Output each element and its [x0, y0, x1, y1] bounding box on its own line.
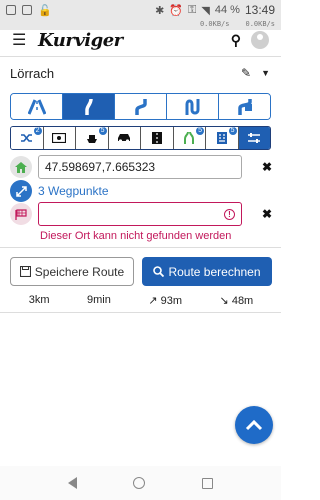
menu-icon[interactable]: ☰	[12, 30, 30, 50]
location-name: Lörrach	[10, 65, 55, 81]
route-duration: 9min	[87, 294, 111, 306]
chevron-up-icon	[245, 419, 263, 431]
battery-percentage: 44 %	[214, 4, 240, 16]
option-badge: 5	[98, 127, 107, 135]
search-icon	[153, 266, 165, 277]
notification-icon	[6, 5, 16, 15]
super-curvy-icon	[185, 98, 199, 115]
road-type-highway-button[interactable]	[11, 94, 63, 119]
waypoint-start-row: 47.598697,7.665323 ✖	[10, 155, 272, 179]
error-message: Dieser Ort kann nicht gefunden werden	[40, 230, 232, 242]
divider	[0, 56, 281, 57]
network-speed: 0.0KB/s 0.0KB/s	[0, 20, 281, 30]
ferry-icon	[86, 135, 97, 143]
option-shuffle-button[interactable]: 2	[11, 127, 44, 149]
app-notification-icon	[22, 5, 32, 15]
option-toll-road-button[interactable]	[141, 127, 174, 149]
calculate-route-label: Route berechnen	[168, 264, 261, 279]
alarm-icon: ⏰	[169, 4, 184, 17]
waypoint-end-row: ! ✖	[10, 202, 272, 226]
location-row: Lörrach ✎ ▼	[10, 62, 270, 84]
waypoint-middle-row: 3 Wegpunkte	[10, 180, 272, 202]
option-money-button[interactable]	[43, 127, 76, 149]
route-ascent: ↗ 93m	[148, 295, 183, 307]
divider	[0, 312, 281, 313]
clock: 13:49	[244, 3, 275, 17]
waypoints-count-link[interactable]: 3 Wegpunkte	[38, 184, 109, 198]
home-nav-icon[interactable]	[133, 477, 146, 489]
start-location-input[interactable]: 47.598697,7.665323	[38, 155, 242, 179]
edit-icon[interactable]: ✎	[241, 66, 251, 80]
search-icon[interactable]: ⚲	[231, 32, 241, 49]
highway-icon	[27, 98, 46, 115]
bluetooth-icon: ✱	[155, 4, 165, 17]
road-type-extra-curvy-button[interactable]	[115, 94, 167, 119]
back-icon[interactable]	[68, 477, 78, 489]
curvy-icon	[84, 98, 93, 115]
car-icon	[118, 134, 131, 143]
toll-road-icon	[151, 132, 162, 144]
route-distance: 3km	[28, 294, 50, 306]
option-car-button[interactable]	[108, 127, 141, 149]
option-badge: 5	[196, 127, 204, 135]
error-icon: !	[224, 208, 235, 220]
terrain-icon	[216, 132, 227, 144]
road-type-super-curvy-button[interactable]	[167, 94, 219, 119]
route-stats: 3km 9min ↗ 93m ↘ 48m	[10, 294, 272, 307]
calculate-route-button[interactable]: Route berechnen	[142, 257, 272, 286]
system-nav-bar	[0, 466, 281, 500]
save-route-label: Speichere Route	[34, 264, 125, 279]
key-icon: ⚿	[188, 3, 197, 16]
recent-apps-icon[interactable]	[201, 477, 213, 489]
save-route-button[interactable]: Speichere Route	[10, 257, 134, 286]
money-icon	[52, 133, 67, 143]
divider	[0, 247, 281, 248]
road-type-selector	[10, 93, 271, 120]
option-badge: 5	[228, 127, 237, 135]
road-type-custom-button[interactable]	[219, 94, 270, 119]
option-ferry-button[interactable]: 5	[76, 127, 109, 149]
speed-up: 0.0KB/s	[199, 20, 230, 28]
option-badge: 2	[33, 127, 42, 135]
app-bar: ☰ Kurviger ⚲	[0, 29, 281, 51]
finish-flag-icon[interactable]	[10, 203, 32, 225]
mountain-pass-icon	[184, 131, 195, 144]
option-mountain-pass-button[interactable]: 5	[173, 127, 206, 149]
clear-start-icon[interactable]: ✖	[262, 160, 272, 174]
clear-end-icon[interactable]: ✖	[262, 207, 272, 221]
road-type-curvy-button[interactable]	[63, 94, 115, 119]
option-settings-button[interactable]	[238, 127, 270, 149]
settings-sliders-icon	[248, 133, 261, 143]
shuffle-icon	[20, 134, 32, 142]
lock-icon: 🔓	[38, 4, 52, 17]
home-icon[interactable]	[10, 156, 32, 178]
end-location-input[interactable]: !	[38, 202, 242, 226]
route-options: 2 5 5 5	[10, 126, 271, 150]
option-terrain-button[interactable]: 5	[206, 127, 239, 149]
wifi-icon: ◥	[201, 4, 210, 17]
collapse-panel-button[interactable]	[235, 406, 273, 444]
custom-icon	[237, 98, 252, 115]
dropdown-icon[interactable]: ▼	[261, 68, 270, 78]
avatar[interactable]	[251, 31, 269, 49]
app-logo: Kurviger	[38, 29, 123, 51]
status-bar: 🔓 ✱ ⏰ ⚿ ◥ 44 % 13:49	[0, 0, 281, 20]
speed-down: 0.0KB/s	[245, 20, 275, 28]
expand-icon[interactable]	[10, 180, 32, 202]
extra-curvy-icon	[134, 98, 147, 115]
route-descent: ↘ 48m	[219, 295, 254, 307]
save-icon	[19, 266, 31, 277]
